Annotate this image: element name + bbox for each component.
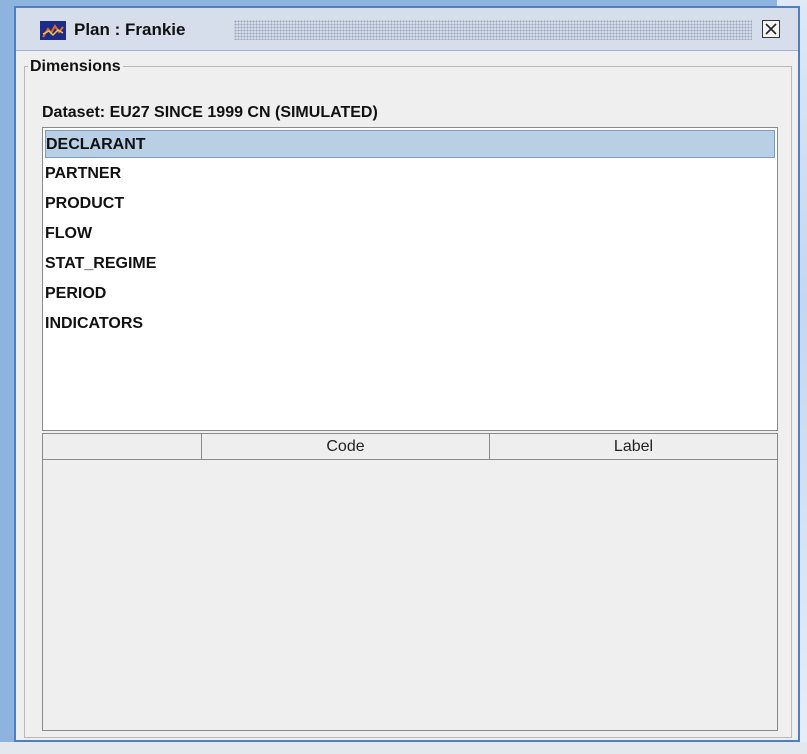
- list-item-declarant[interactable]: DECLARANT: [45, 130, 775, 158]
- plan-window: Plan : Frankie Dimensions Dataset: EU27 …: [14, 6, 800, 742]
- list-item-stat-regime[interactable]: STAT_REGIME: [45, 250, 775, 278]
- list-item-partner[interactable]: PARTNER: [45, 160, 775, 188]
- app-icon: [40, 21, 66, 40]
- column-header-blank[interactable]: [43, 434, 202, 460]
- window-title: Plan : Frankie: [74, 20, 192, 40]
- title-bar[interactable]: Plan : Frankie: [16, 8, 798, 51]
- desktop-bottom: [0, 742, 807, 754]
- dimensions-legend: Dimensions: [28, 58, 123, 76]
- codes-table: Code Label: [42, 433, 778, 731]
- title-grip: [234, 20, 752, 40]
- list-item-indicators[interactable]: INDICATORS: [45, 310, 775, 338]
- list-item-flow[interactable]: FLOW: [45, 220, 775, 248]
- close-button[interactable]: [762, 20, 780, 38]
- list-item-product[interactable]: PRODUCT: [45, 190, 775, 218]
- list-item-period[interactable]: PERIOD: [45, 280, 775, 308]
- dimensions-list[interactable]: DECLARANT PARTNER PRODUCT FLOW STAT_REGI…: [42, 127, 778, 431]
- dataset-label: Dataset: EU27 SINCE 1999 CN (SIMULATED): [42, 104, 378, 121]
- close-icon: [765, 23, 777, 35]
- column-header-label[interactable]: Label: [490, 434, 777, 460]
- column-header-code[interactable]: Code: [202, 434, 490, 460]
